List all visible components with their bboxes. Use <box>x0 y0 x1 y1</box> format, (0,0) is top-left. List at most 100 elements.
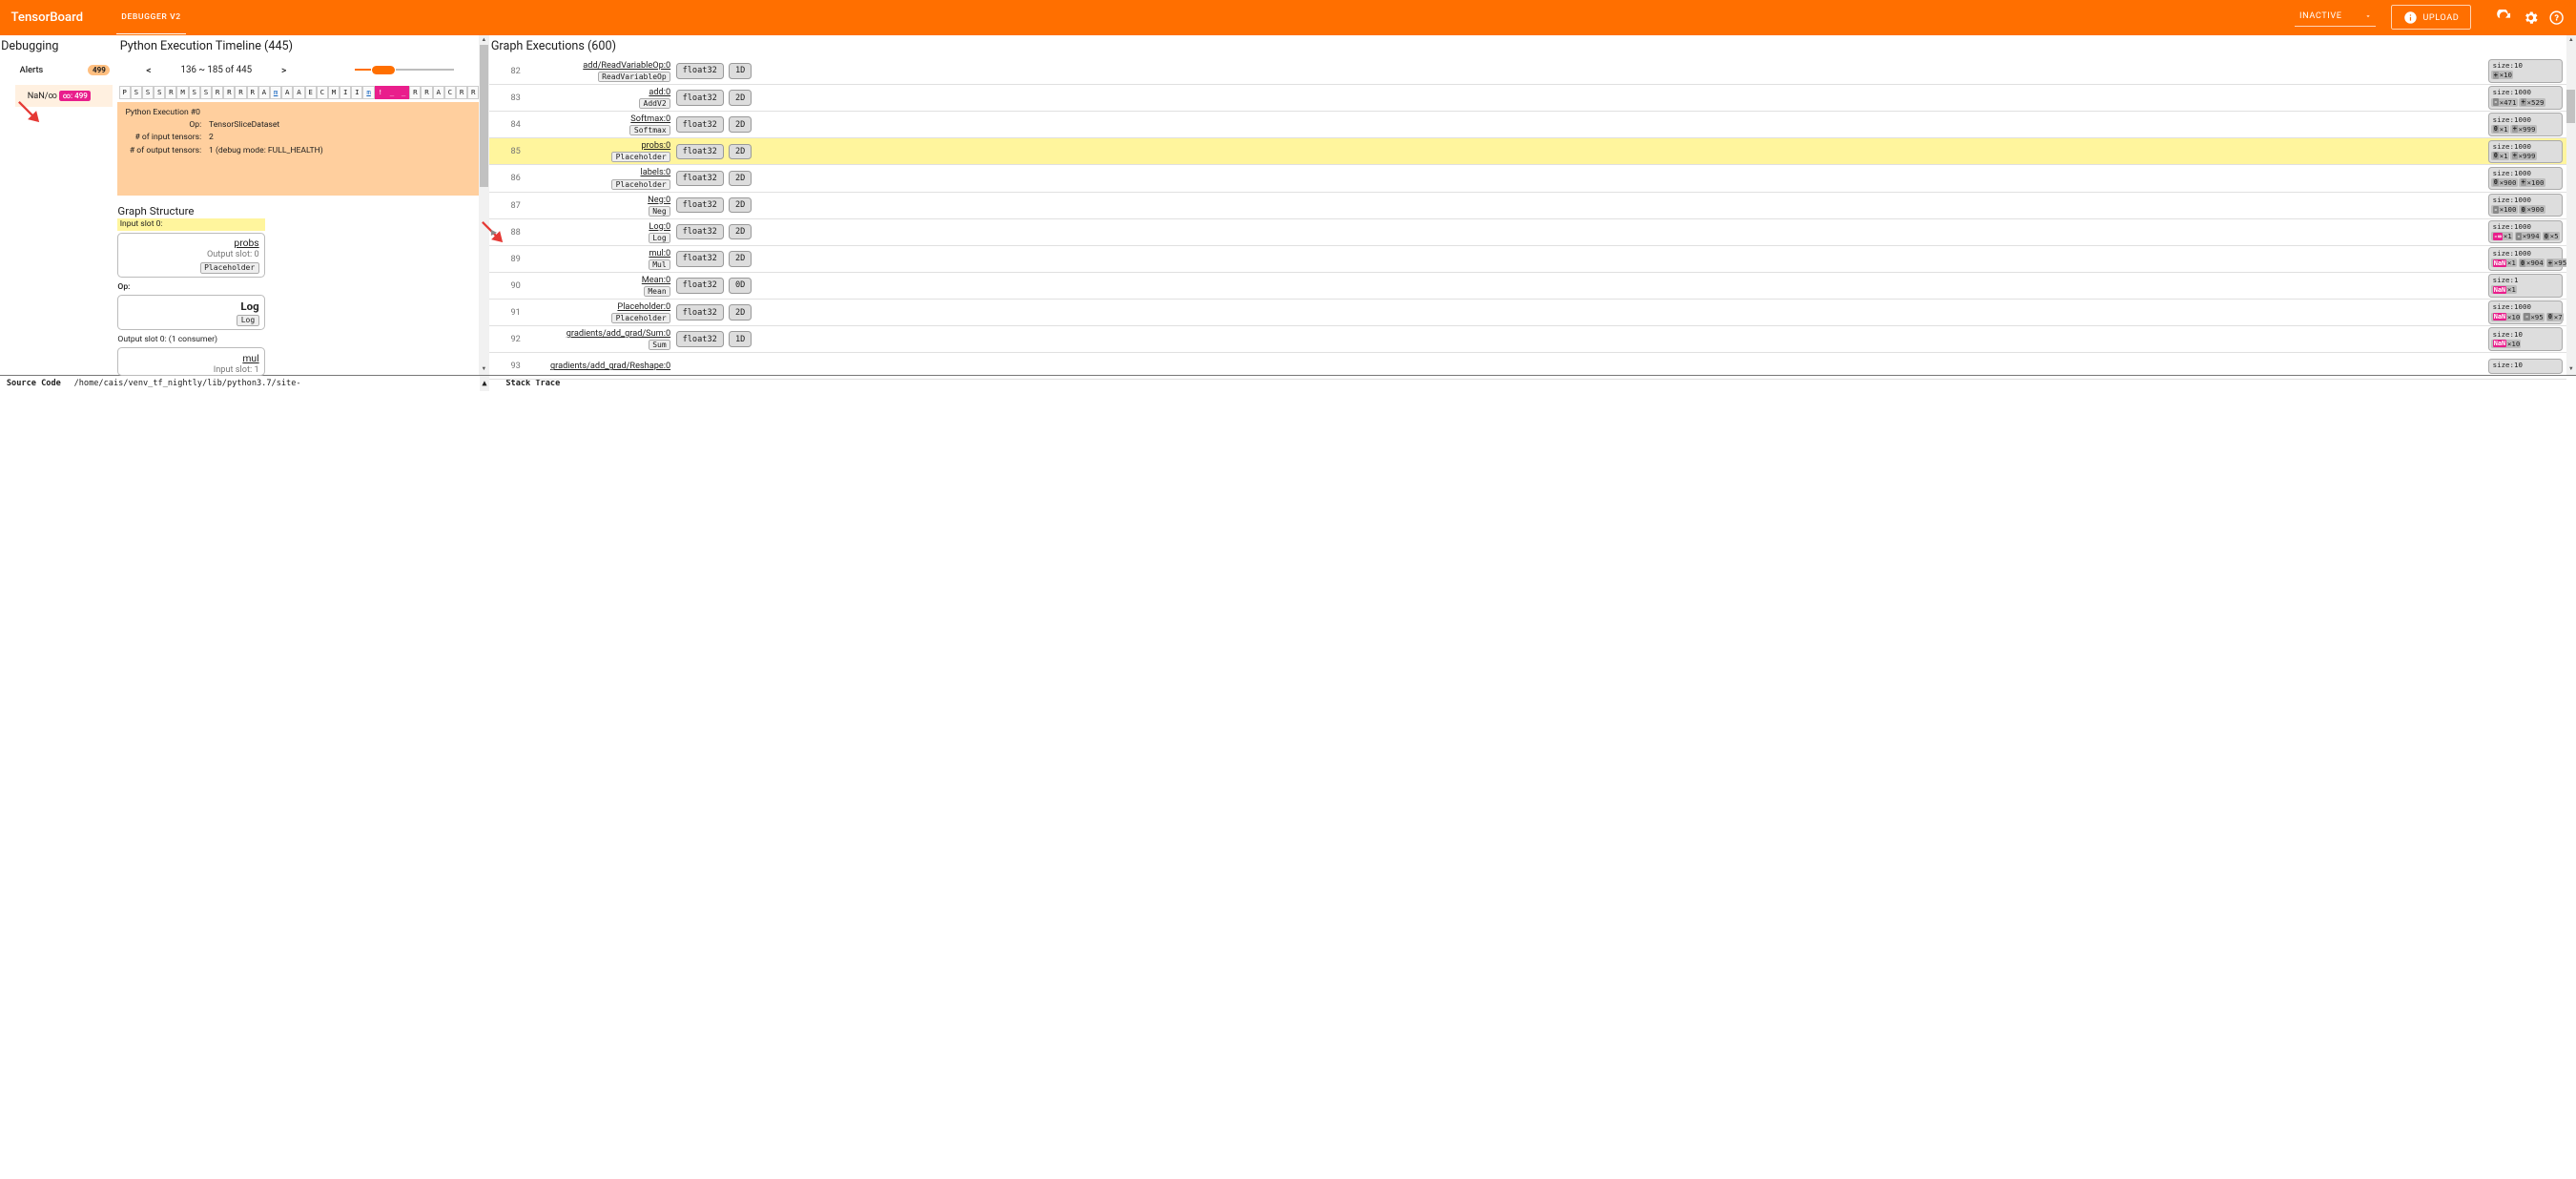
tab-debugger[interactable]: DEBUGGER V2 <box>116 1 187 34</box>
tensor-name[interactable]: gradients/add_grad/Sum:0 <box>534 328 671 339</box>
op-cell[interactable]: M <box>176 86 188 99</box>
scrollbar-timeline[interactable]: ▲ ▼ <box>479 35 488 375</box>
op-cell[interactable]: R <box>235 86 246 99</box>
op-cell[interactable]: I <box>340 86 351 99</box>
timeline-prev[interactable]: < <box>138 60 158 79</box>
alerts-header: Alerts 499 <box>0 58 117 82</box>
op-cell[interactable]: R <box>247 86 258 99</box>
graph-exec-row[interactable]: 93 gradients/add_grad/Reshape:0 size:10 <box>489 353 2566 380</box>
source-code-section[interactable]: Source Code /home/cais/venv_tf_nightly/l… <box>0 376 480 392</box>
graph-exec-list: 82 add/ReadVariableOp:0 ReadVariableOp f… <box>489 58 2566 381</box>
stack-trace-label: Stack Trace <box>505 379 560 388</box>
op-cell[interactable]: R <box>421 86 432 99</box>
status-select[interactable]: INACTIVE <box>2295 9 2376 27</box>
op-node[interactable]: Log Log <box>117 295 265 330</box>
tensor-name[interactable]: add:0 <box>534 87 671 97</box>
op-cell[interactable]: m <box>270 86 281 99</box>
timeline-slider[interactable] <box>355 66 454 74</box>
output-node[interactable]: mul Input slot: 1 <box>117 347 265 375</box>
size-box: size:1000 0×1+×999 <box>2488 140 2563 164</box>
graph-exec-row[interactable]: 87 Neg:0 Neg float32 2D size:1000 -×1000… <box>489 193 2566 219</box>
op-cell[interactable]: E <box>305 86 317 99</box>
row-index: 87 <box>503 200 527 211</box>
expand-icon[interactable]: ▶ <box>491 228 497 237</box>
op-cell[interactable]: R <box>409 86 421 99</box>
output-slot-header: Output slot 0: (1 consumer) <box>117 334 265 345</box>
op-type: Sum <box>649 340 670 350</box>
op-cell[interactable]: S <box>154 86 165 99</box>
op-cell[interactable]: S <box>142 86 154 99</box>
input-node[interactable]: probs Output slot: 0 Placeholder <box>117 233 265 278</box>
refresh-icon[interactable] <box>2496 10 2512 26</box>
op-cell[interactable]: C <box>317 86 328 99</box>
tensor-name[interactable]: add/ReadVariableOp:0 <box>534 60 671 71</box>
tensor-name[interactable]: labels:0 <box>534 167 671 177</box>
tensor-name[interactable]: probs:0 <box>534 140 671 151</box>
gear-icon[interactable] <box>2523 10 2539 26</box>
timeline-next[interactable]: > <box>274 60 294 79</box>
rank-tag: 2D <box>729 171 752 187</box>
tensor-name[interactable]: Neg:0 <box>534 195 671 205</box>
op-cell[interactable]: ! <box>375 86 386 99</box>
graph-exec-row[interactable]: ▶ 88 Log:0 Log float32 2D size:1000 -∞×1… <box>489 219 2566 246</box>
graph-exec-row[interactable]: 86 labels:0 Placeholder float32 2D size:… <box>489 165 2566 192</box>
scroll-down-icon[interactable]: ▼ <box>479 364 488 374</box>
graph-exec-row[interactable]: 89 mul:0 Mul float32 2D size:1000 NaN×10… <box>489 246 2566 273</box>
op-type: Placeholder <box>611 152 670 162</box>
op-cell[interactable]: P <box>119 86 131 99</box>
op-cell[interactable]: _ <box>398 86 409 99</box>
graph-exec-row[interactable]: 85 probs:0 Placeholder float32 2D size:1… <box>489 138 2566 165</box>
size-box: size:1000 0×900+×100 <box>2488 167 2563 191</box>
op-type: AddV2 <box>639 98 670 109</box>
op-cell[interactable]: R <box>223 86 235 99</box>
op-cell[interactable]: R <box>212 86 223 99</box>
scroll-thumb[interactable] <box>2566 90 2575 122</box>
graph-exec-row[interactable]: 91 Placeholder:0 Placeholder float32 2D … <box>489 300 2566 326</box>
graph-exec-row[interactable]: 92 gradients/add_grad/Sum:0 Sum float32 … <box>489 326 2566 353</box>
row-index: 92 <box>503 334 527 344</box>
scroll-thumb[interactable] <box>480 45 488 187</box>
op-cell[interactable]: I <box>351 86 362 99</box>
graph-exec-row[interactable]: 83 add:0 AddV2 float32 2D size:1000 -×47… <box>489 85 2566 112</box>
tensor-name[interactable]: Mean:0 <box>534 275 671 285</box>
graph-exec-row[interactable]: 82 add/ReadVariableOp:0 ReadVariableOp f… <box>489 58 2566 85</box>
op-cell[interactable]: m <box>362 86 374 99</box>
chevron-down-icon <box>2364 12 2372 20</box>
op-cell[interactable]: A <box>258 86 270 99</box>
graph-exec-title: Graph Executions (600) <box>489 35 2566 58</box>
tensor-name[interactable]: Log:0 <box>534 221 671 232</box>
source-code-label: Source Code <box>7 379 61 388</box>
row-index: 83 <box>503 93 527 103</box>
op-cell[interactable]: S <box>131 86 142 99</box>
op-strip[interactable]: PSSSRMSSRRRRAmAAECMIIm!__RRACRR <box>119 86 480 99</box>
op-cell[interactable]: R <box>467 86 479 99</box>
op-cell[interactable]: R <box>456 86 467 99</box>
op-cell[interactable]: C <box>444 86 456 99</box>
dtype-tag: float32 <box>676 197 724 214</box>
tensor-name[interactable]: mul:0 <box>534 248 671 259</box>
scroll-down-icon[interactable]: ▼ <box>2566 364 2576 374</box>
row-names: Softmax:0 Softmax <box>534 114 671 135</box>
op-cell[interactable]: A <box>433 86 444 99</box>
op-cell[interactable]: R <box>165 86 176 99</box>
op-cell[interactable]: M <box>328 86 340 99</box>
op-cell[interactable]: S <box>200 86 212 99</box>
rank-tag: 2D <box>729 116 752 133</box>
tensor-name[interactable]: Placeholder:0 <box>534 301 671 312</box>
scroll-up-icon[interactable]: ▲ <box>2566 35 2576 45</box>
tensor-name[interactable]: gradients/add_grad/Reshape:0 <box>534 361 671 371</box>
exec-head: Python Execution #0 <box>125 108 471 117</box>
timeline-nav: < 136 ~ 185 of 445 > <box>117 58 479 81</box>
help-icon[interactable] <box>2548 10 2565 26</box>
scrollbar-graph[interactable]: ▲ ▼ <box>2566 35 2576 375</box>
tensor-name[interactable]: Softmax:0 <box>534 114 671 124</box>
upload-button[interactable]: UPLOAD <box>2391 5 2471 30</box>
scroll-up-icon[interactable]: ▲ <box>479 35 488 45</box>
op-cell[interactable]: A <box>293 86 304 99</box>
op-cell[interactable]: A <box>281 86 293 99</box>
graph-exec-row[interactable]: 84 Softmax:0 Softmax float32 2D size:100… <box>489 112 2566 138</box>
debugging-title: Debugging <box>0 35 117 58</box>
op-cell[interactable]: _ <box>386 86 398 99</box>
graph-exec-row[interactable]: 90 Mean:0 Mean float32 0D size:1 NaN×1 <box>489 273 2566 300</box>
op-cell[interactable]: S <box>189 86 200 99</box>
